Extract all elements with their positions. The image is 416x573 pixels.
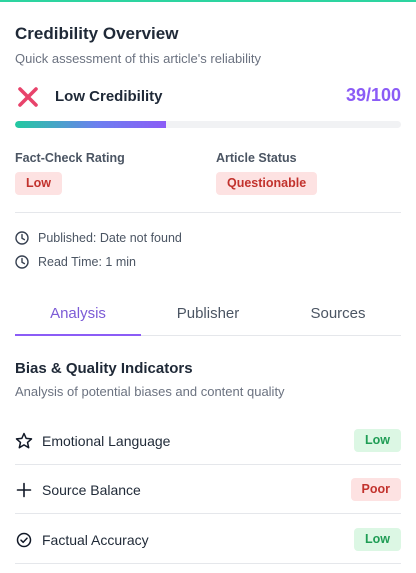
indicator-source-balance: Source Balance Poor (15, 466, 401, 514)
check-circle-icon (16, 532, 32, 548)
read-time-text: Read Time: 1 min (38, 255, 136, 269)
published-text: Published: Date not found (38, 231, 182, 245)
tab-analysis[interactable]: Analysis (15, 296, 141, 336)
tab-sources[interactable]: Sources (275, 296, 401, 336)
fact-check-label: Fact-Check Rating (15, 151, 125, 165)
divider (15, 464, 401, 465)
tab-publisher[interactable]: Publisher (145, 296, 271, 336)
section-subtitle: Analysis of potential biases and content… (15, 384, 285, 399)
indicator-label: Source Balance (42, 482, 141, 498)
divider (15, 212, 401, 213)
article-status-badge: Questionable (216, 172, 318, 195)
clock-icon (15, 231, 29, 245)
credibility-progress-fill (15, 121, 166, 128)
tab-bar: Analysis Publisher Sources (15, 296, 401, 338)
clock-icon (15, 255, 29, 269)
credibility-score: 39/100 (345, 85, 401, 105)
panel-title: Credibility Overview (15, 24, 179, 43)
fact-check-badge: Low (15, 172, 62, 195)
active-tab-indicator (15, 334, 141, 336)
section-title: Bias & Quality Indicators (15, 360, 193, 377)
credibility-score-row: Low Credibility 39/100 (15, 84, 401, 110)
article-status-label: Article Status (216, 151, 297, 165)
x-icon (18, 87, 38, 107)
divider (15, 513, 401, 514)
credibility-progress-bar (15, 121, 401, 128)
indicator-rating-badge: Low (354, 528, 401, 551)
indicator-label: Emotional Language (42, 433, 171, 449)
credibility-panel: Credibility Overview Quick assessment of… (0, 0, 416, 573)
indicator-factual-accuracy: Factual Accuracy Low (15, 516, 401, 564)
indicator-rating-badge: Low (354, 429, 401, 452)
divider (15, 563, 401, 564)
indicator-rating-badge: Poor (350, 478, 401, 501)
plus-icon (16, 482, 32, 498)
panel-subtitle: Quick assessment of this article's relia… (15, 51, 261, 66)
indicator-emotional-language: Emotional Language Low (15, 417, 401, 465)
top-accent-bar (0, 0, 416, 2)
indicator-label: Factual Accuracy (42, 532, 149, 548)
credibility-label: Low Credibility (55, 88, 163, 105)
star-icon (15, 432, 33, 449)
